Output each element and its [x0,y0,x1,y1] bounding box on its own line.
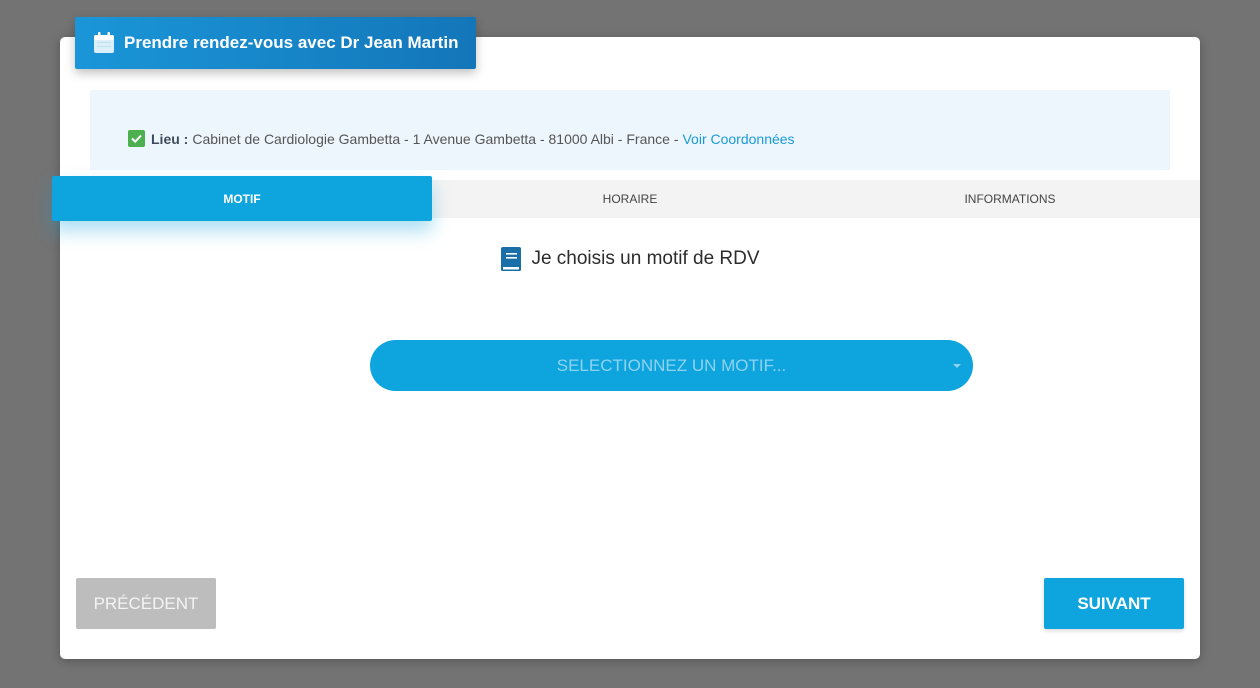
book-icon [500,246,522,272]
section-title: Je choisis un motif de RDV [531,248,760,269]
location-panel: Lieu : Cabinet de Cardiologie Gambetta -… [90,90,1170,170]
calendar-icon [93,32,115,54]
chevron-down-icon [953,364,961,368]
location-line: Lieu : Cabinet de Cardiologie Gambetta -… [128,130,795,147]
view-coordinates-link[interactable]: Voir Coordonnées [682,131,794,147]
previous-button[interactable]: PRÉCÉDENT [76,578,216,629]
motif-select[interactable]: SELECTIONNEZ UN MOTIF... [370,340,973,391]
section-heading: Je choisis un motif de RDV [0,246,1260,272]
tab-informations[interactable]: INFORMATIONS [820,180,1200,218]
location-address: Cabinet de Cardiologie Gambetta - 1 Aven… [192,130,679,147]
tab-motif[interactable]: MOTIF [52,176,432,221]
motif-select-placeholder: SELECTIONNEZ UN MOTIF... [556,355,787,375]
modal-title: Prendre rendez-vous avec Dr Jean Martin [124,33,459,52]
next-button[interactable]: SUIVANT [1044,578,1184,629]
check-square-icon [128,130,145,147]
modal-title-badge: Prendre rendez-vous avec Dr Jean Martin [75,17,476,69]
tab-horaire[interactable]: HORAIRE [440,180,820,218]
location-label: Lieu : [151,130,189,147]
